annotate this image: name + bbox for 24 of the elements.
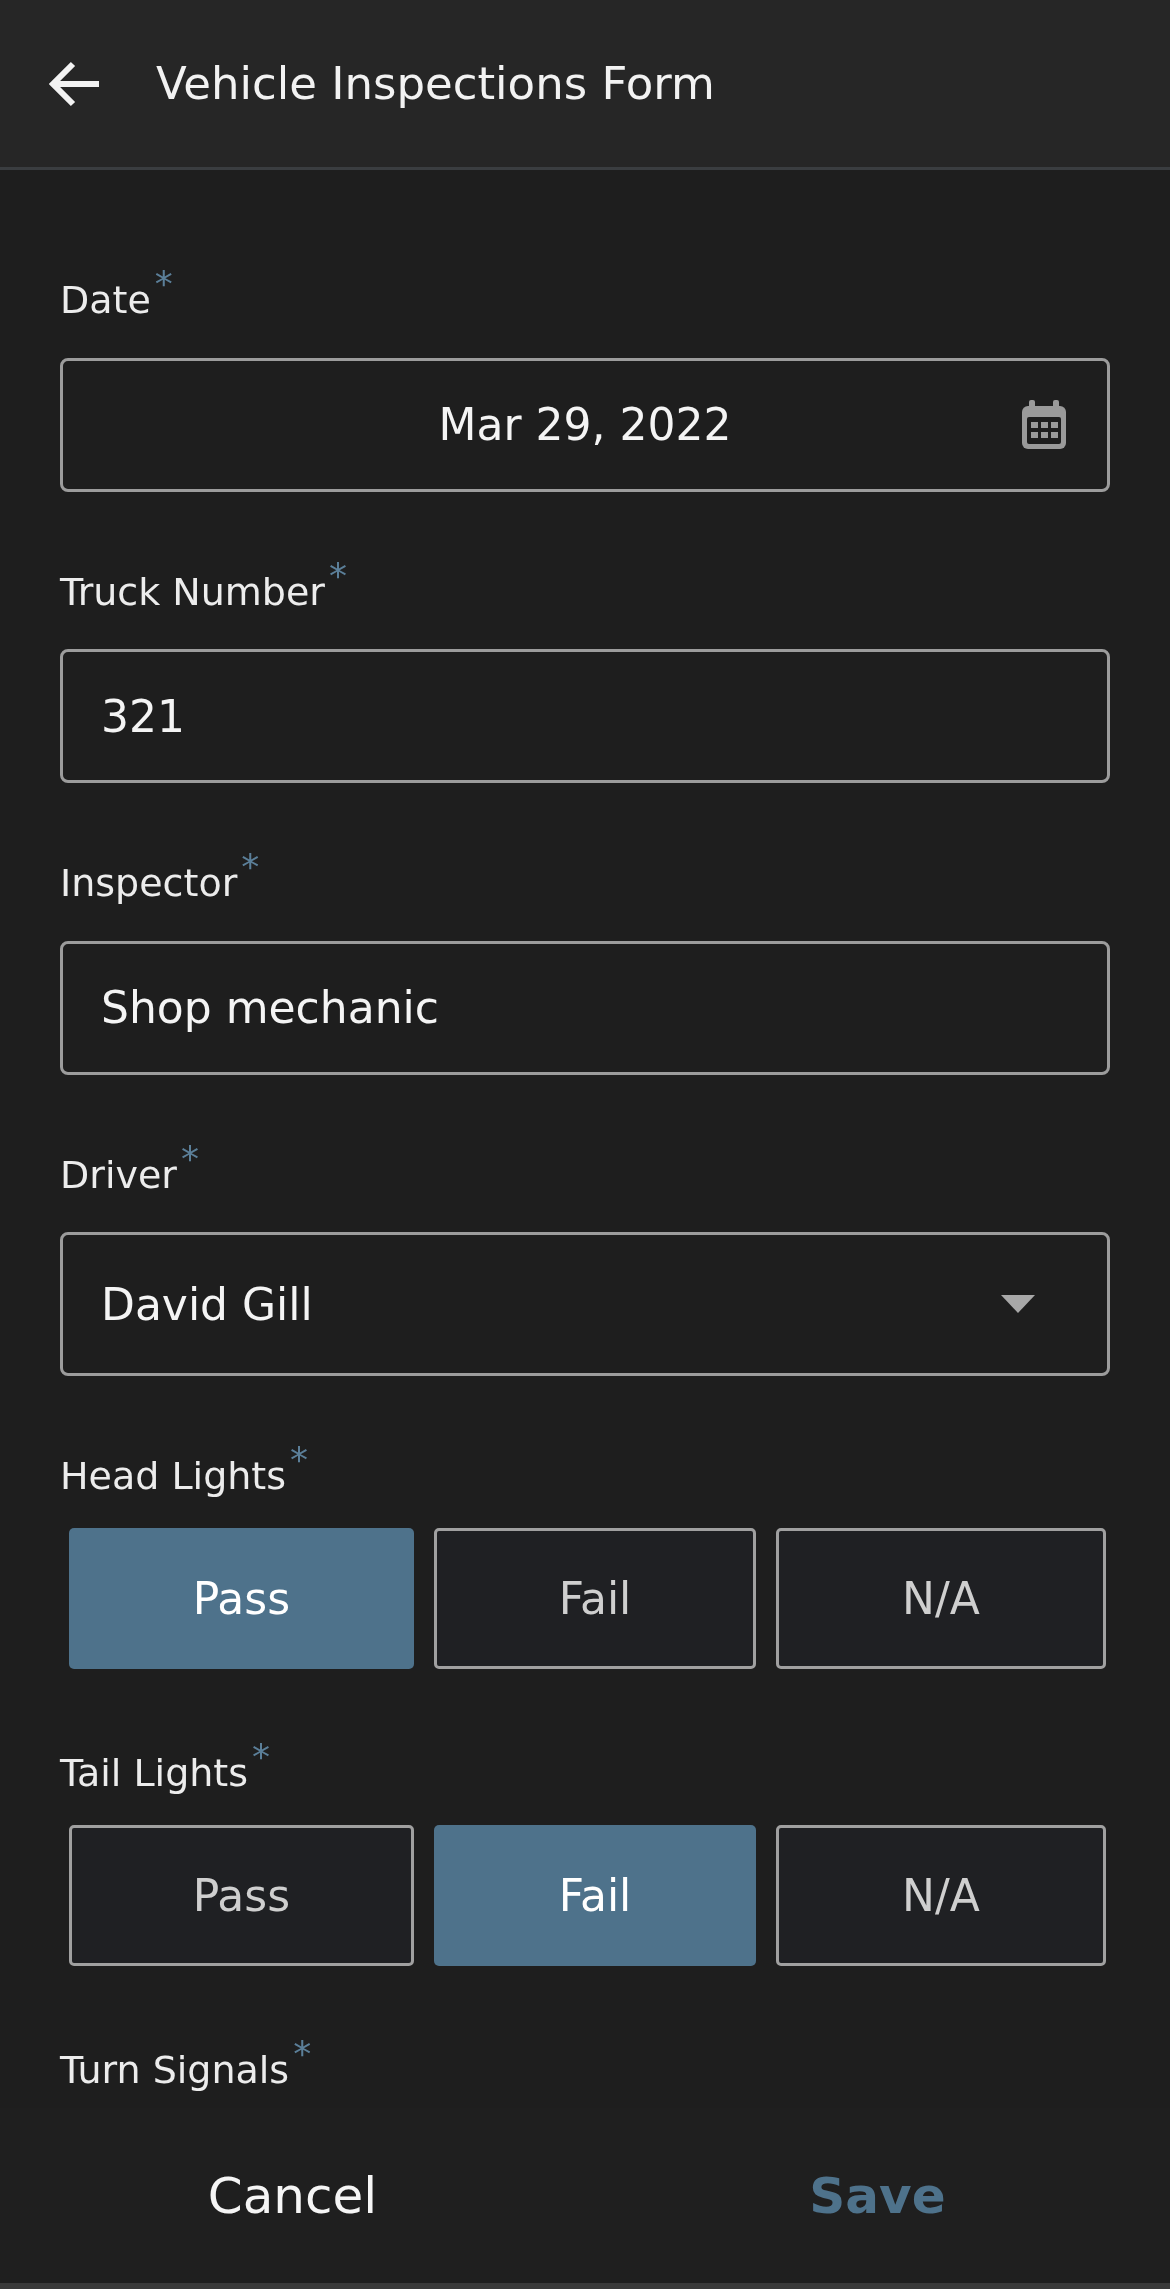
calendar-icon	[1019, 397, 1069, 452]
required-mark: *	[180, 1140, 199, 1177]
required-mark: *	[293, 2035, 312, 2072]
choice-button[interactable]: Fail	[434, 1527, 756, 1669]
choice-button[interactable]: N/A	[776, 1824, 1106, 1966]
required-mark: *	[241, 849, 260, 886]
date-value: Mar 29, 2022	[438, 399, 732, 451]
required-mark: *	[252, 1738, 271, 1775]
required-mark: *	[328, 557, 347, 594]
page-title: Vehicle Inspections Form	[156, 57, 715, 110]
text-field[interactable]: Shop mechanic	[60, 940, 1110, 1075]
required-mark: *	[290, 1442, 309, 1479]
text-field[interactable]: 321	[60, 649, 1110, 784]
choice-button[interactable]: Pass	[69, 1527, 414, 1669]
required-mark: *	[154, 266, 173, 302]
choice-button[interactable]: Fail	[434, 1824, 756, 1966]
back-arrow-icon	[47, 59, 101, 108]
date-field[interactable]: Mar 29, 2022	[60, 357, 1110, 492]
choice-button[interactable]: Pass	[69, 1824, 414, 1966]
dropdown-caret-icon	[1001, 1295, 1035, 1314]
choice-button[interactable]: N/A	[776, 1527, 1106, 1669]
dropdown-value: David Gill	[101, 1278, 313, 1330]
cancel-button[interactable]: Cancel	[187, 2156, 398, 2235]
dropdown-field[interactable]: David Gill	[60, 1232, 1110, 1377]
